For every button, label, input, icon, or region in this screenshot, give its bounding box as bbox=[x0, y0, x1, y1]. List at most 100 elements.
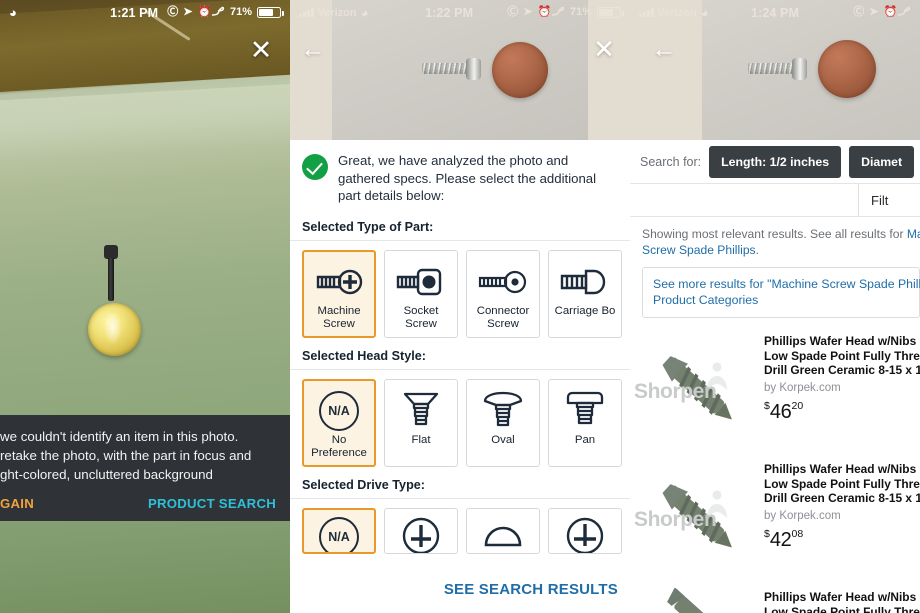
try-again-button[interactable]: GAIN bbox=[0, 496, 34, 511]
see-more-results-line-1: See more results for "Machine Screw Spad… bbox=[653, 277, 920, 291]
price-fraction: 20 bbox=[791, 399, 804, 412]
product-thumbnail bbox=[636, 587, 758, 613]
carriage-bolt-icon bbox=[558, 259, 612, 305]
price-whole: 42 bbox=[769, 528, 792, 551]
filter-chip-diameter[interactable]: Diamet bbox=[849, 145, 915, 178]
panel-search-results: ← Verizon ◕ 1:24 PM Ⓒ ➤ ⏰ 𐋲 Search for: … bbox=[630, 0, 920, 613]
na-label-drive: N/A bbox=[319, 516, 359, 552]
alarm-clock-icon: ⏰ bbox=[197, 6, 212, 18]
photo-screw-head bbox=[466, 58, 481, 80]
product-title-line-1: Phillips Wafer Head w/Nibs H bbox=[764, 462, 920, 476]
photographed-coin bbox=[88, 303, 141, 356]
filter-button[interactable]: Filt bbox=[858, 183, 920, 217]
photo-penny-panel2 bbox=[492, 42, 548, 98]
option-drive-dome[interactable] bbox=[466, 507, 540, 554]
dome-drive-icon bbox=[482, 515, 524, 553]
status-time-panel2: 1:22 PM bbox=[425, 5, 474, 20]
option-head-pan[interactable]: Pan bbox=[548, 378, 622, 467]
relevance-note-link[interactable]: Mac bbox=[907, 227, 920, 241]
product-seller: by Korpek.com bbox=[764, 381, 841, 394]
see-more-results-line-2: Product Categories bbox=[653, 293, 759, 307]
product-search-button[interactable]: PRODUCT SEARCH bbox=[148, 496, 276, 511]
bluetooth-icon: 𐋲 bbox=[216, 6, 225, 18]
rotation-lock-icon-panel3: Ⓒ bbox=[853, 6, 865, 18]
product-info: Phillips Wafer Head w/Nibs H Low Spade P… bbox=[764, 332, 920, 444]
status-right-panel2: Ⓒ ➤ ⏰ 𐋲 71% bbox=[507, 6, 624, 18]
success-check-icon bbox=[302, 154, 328, 180]
option-carriage-bolt[interactable]: Carriage Bo bbox=[548, 249, 622, 338]
option-head-flat[interactable]: Flat bbox=[384, 378, 458, 467]
option-head-no-preference[interactable]: N/A No Preference bbox=[302, 378, 376, 467]
option-drive-phillips[interactable] bbox=[548, 507, 622, 554]
search-filter-bar: Search for: Length: 1/2 inches Diamet bbox=[630, 140, 920, 184]
head-style-options: N/A No Preference Flat Oval Pan bbox=[290, 368, 630, 467]
floor-shadow-band bbox=[0, 82, 290, 162]
product-thumbnail: Shorpen bbox=[634, 460, 758, 572]
close-icon-panel2[interactable]: ✕ bbox=[590, 36, 618, 64]
phillips-drive-icon bbox=[564, 515, 606, 553]
status-bar-panel2: Verizon ◕ 1:22 PM Ⓒ ➤ ⏰ 𐋲 71% bbox=[290, 0, 630, 25]
option-label: No Preference bbox=[311, 433, 367, 460]
back-arrow-icon-panel3[interactable]: ← bbox=[650, 36, 678, 64]
status-bar-panel3: Verizon ◕ 1:24 PM Ⓒ ➤ ⏰ 𐋲 bbox=[630, 0, 920, 25]
option-head-oval[interactable]: Oval bbox=[466, 378, 540, 467]
location-arrow-icon-panel2: ➤ bbox=[523, 6, 533, 18]
na-icon-drive: N/A bbox=[319, 516, 359, 552]
product-title-line-1: Phillips Wafer Head w/Nibs H bbox=[764, 590, 920, 604]
product-title-line-3: Drill Green Ceramic 8-15 x 1 1 bbox=[764, 363, 920, 377]
product-list-item[interactable]: Phillips Wafer Head w/Nibs H Low Spade P… bbox=[630, 580, 920, 613]
bluetooth-icon-panel2: 𐋲 bbox=[556, 6, 565, 18]
slotted-drive-icon bbox=[400, 515, 442, 553]
product-title-line-1: Phillips Wafer Head w/Nibs H bbox=[764, 334, 920, 348]
rotation-lock-icon-panel2: Ⓒ bbox=[507, 6, 519, 18]
option-label: Socket Screw bbox=[403, 304, 439, 331]
filter-chip-length[interactable]: Length: 1/2 inches bbox=[709, 145, 842, 178]
na-icon: N/A bbox=[319, 388, 359, 434]
analysis-message-row: Great, we have analyzed the photo and ga… bbox=[290, 140, 630, 209]
na-label: N/A bbox=[319, 390, 359, 431]
alarm-clock-icon-panel3: ⏰ bbox=[883, 6, 898, 18]
see-search-results-button[interactable]: SEE SEARCH RESULTS bbox=[444, 581, 618, 598]
battery-percent-panel2: 71% bbox=[569, 6, 592, 18]
option-machine-screw[interactable]: Machine Screw bbox=[302, 249, 376, 338]
screw-product-image bbox=[667, 587, 725, 613]
section-title-head-style: Selected Head Style: bbox=[302, 348, 426, 363]
product-title-line-2: Low Spade Point Fully Thread bbox=[764, 604, 920, 613]
see-search-results-bar: SEE SEARCH RESULTS bbox=[290, 569, 630, 613]
carrier-label-panel2: Verizon bbox=[317, 6, 357, 19]
option-connector-screw[interactable]: Connector Screw bbox=[466, 249, 540, 338]
connector-screw-icon bbox=[476, 259, 530, 305]
relevance-note-prefix: Showing most relevant results. See all r… bbox=[642, 227, 907, 241]
machine-screw-icon bbox=[312, 259, 366, 305]
signal-bars-icon-panel2 bbox=[299, 8, 314, 17]
search-for-label: Search for: bbox=[640, 154, 702, 169]
price-fraction: 08 bbox=[791, 527, 804, 540]
battery-icon-panel2 bbox=[597, 7, 624, 18]
close-icon[interactable]: ✕ bbox=[248, 37, 274, 64]
option-socket-screw[interactable]: Socket Screw bbox=[384, 249, 458, 338]
back-arrow-icon-panel2[interactable]: ← bbox=[299, 36, 327, 64]
relevance-note-link-2[interactable]: Screw Spade Phillips bbox=[642, 243, 756, 257]
option-drive-slotted[interactable] bbox=[384, 507, 458, 554]
three-panel-screenshot: ◕ 1:21 PM Ⓒ ➤ ⏰ 𐋲 71% ✕ we couldn't iden… bbox=[0, 0, 920, 613]
status-time-panel1: 1:21 PM bbox=[110, 5, 159, 20]
photo-screw-panel2 bbox=[420, 58, 481, 80]
product-price: $4208 bbox=[764, 528, 920, 552]
battery-icon-panel1 bbox=[257, 7, 284, 18]
status-left-panel1: ◕ bbox=[9, 6, 101, 19]
photo-screw-panel3 bbox=[746, 58, 807, 80]
see-more-results-box[interactable]: See more results for "Machine Screw Spad… bbox=[642, 267, 920, 318]
relevance-note-suffix: . bbox=[755, 243, 759, 257]
price-whole: 46 bbox=[769, 400, 792, 423]
socket-screw-icon bbox=[394, 259, 448, 305]
product-list-item[interactable]: Shorpen Phillips Wafer Head w/Nibs H Low… bbox=[630, 452, 920, 580]
error-banner: we couldn't identify an item in this pho… bbox=[0, 415, 290, 521]
product-list-item[interactable]: Shorpen Phillips Wafer Head w/Nibs H Low… bbox=[630, 324, 920, 452]
wifi-icon: ◕ bbox=[9, 5, 17, 20]
status-left-panel2: Verizon ◕ bbox=[299, 6, 391, 19]
option-label: Machine Screw bbox=[317, 304, 361, 331]
option-drive-no-preference[interactable]: N/A bbox=[302, 507, 376, 554]
product-price: $4620 bbox=[764, 400, 920, 424]
product-info: Phillips Wafer Head w/Nibs H Low Spade P… bbox=[764, 588, 920, 613]
option-label: Oval bbox=[491, 433, 515, 446]
